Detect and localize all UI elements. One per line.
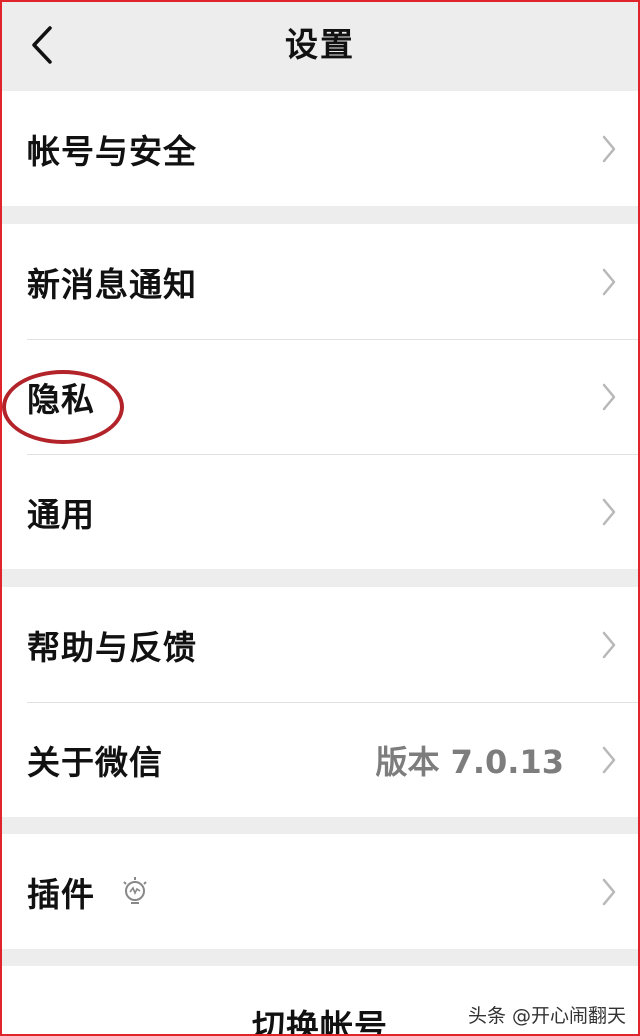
settings-item-label: 隐私: [27, 379, 95, 419]
page-title: 设置: [285, 25, 355, 64]
settings-item-privacy[interactable]: 隐私: [0, 339, 640, 454]
settings-group-general: 新消息通知 隐私 通用: [0, 224, 640, 569]
chevron-right-icon: [598, 495, 620, 529]
settings-item-label: 通用: [27, 494, 95, 534]
chevron-left-icon: [32, 26, 52, 64]
navigation-bar: 设置: [0, 0, 640, 90]
settings-item-about-wechat[interactable]: 关于微信 版本 7.0.13: [0, 702, 640, 817]
version-value: 版本 7.0.13: [375, 742, 564, 781]
chevron-right-icon: [598, 265, 620, 299]
settings-item-notifications[interactable]: 新消息通知: [0, 224, 640, 339]
settings-item-label: 帮助与反馈: [27, 627, 197, 667]
chevron-right-icon: [598, 875, 620, 909]
chevron-right-icon: [598, 628, 620, 662]
settings-item-label: 帐号与安全: [27, 131, 197, 171]
settings-item-plugins[interactable]: 插件: [0, 834, 640, 949]
chevron-right-icon: [598, 132, 620, 166]
settings-item-label: 关于微信: [27, 742, 163, 782]
settings-item-label: 插件: [27, 874, 95, 914]
settings-group-account: 帐号与安全: [0, 91, 640, 206]
back-button[interactable]: [22, 22, 62, 68]
chevron-right-icon: [598, 380, 620, 414]
settings-group-plugins: 插件: [0, 834, 640, 949]
settings-group-about: 帮助与反馈 关于微信 版本 7.0.13: [0, 587, 640, 817]
settings-item-account-security[interactable]: 帐号与安全: [0, 91, 640, 206]
settings-item-label: 新消息通知: [27, 264, 197, 304]
watermark: 头条 @开心闹翻天: [467, 1005, 626, 1027]
settings-item-general[interactable]: 通用: [0, 454, 640, 569]
chevron-right-icon: [598, 743, 620, 777]
settings-item-help-feedback[interactable]: 帮助与反馈: [0, 587, 640, 702]
lightbulb-icon: [118, 875, 152, 909]
